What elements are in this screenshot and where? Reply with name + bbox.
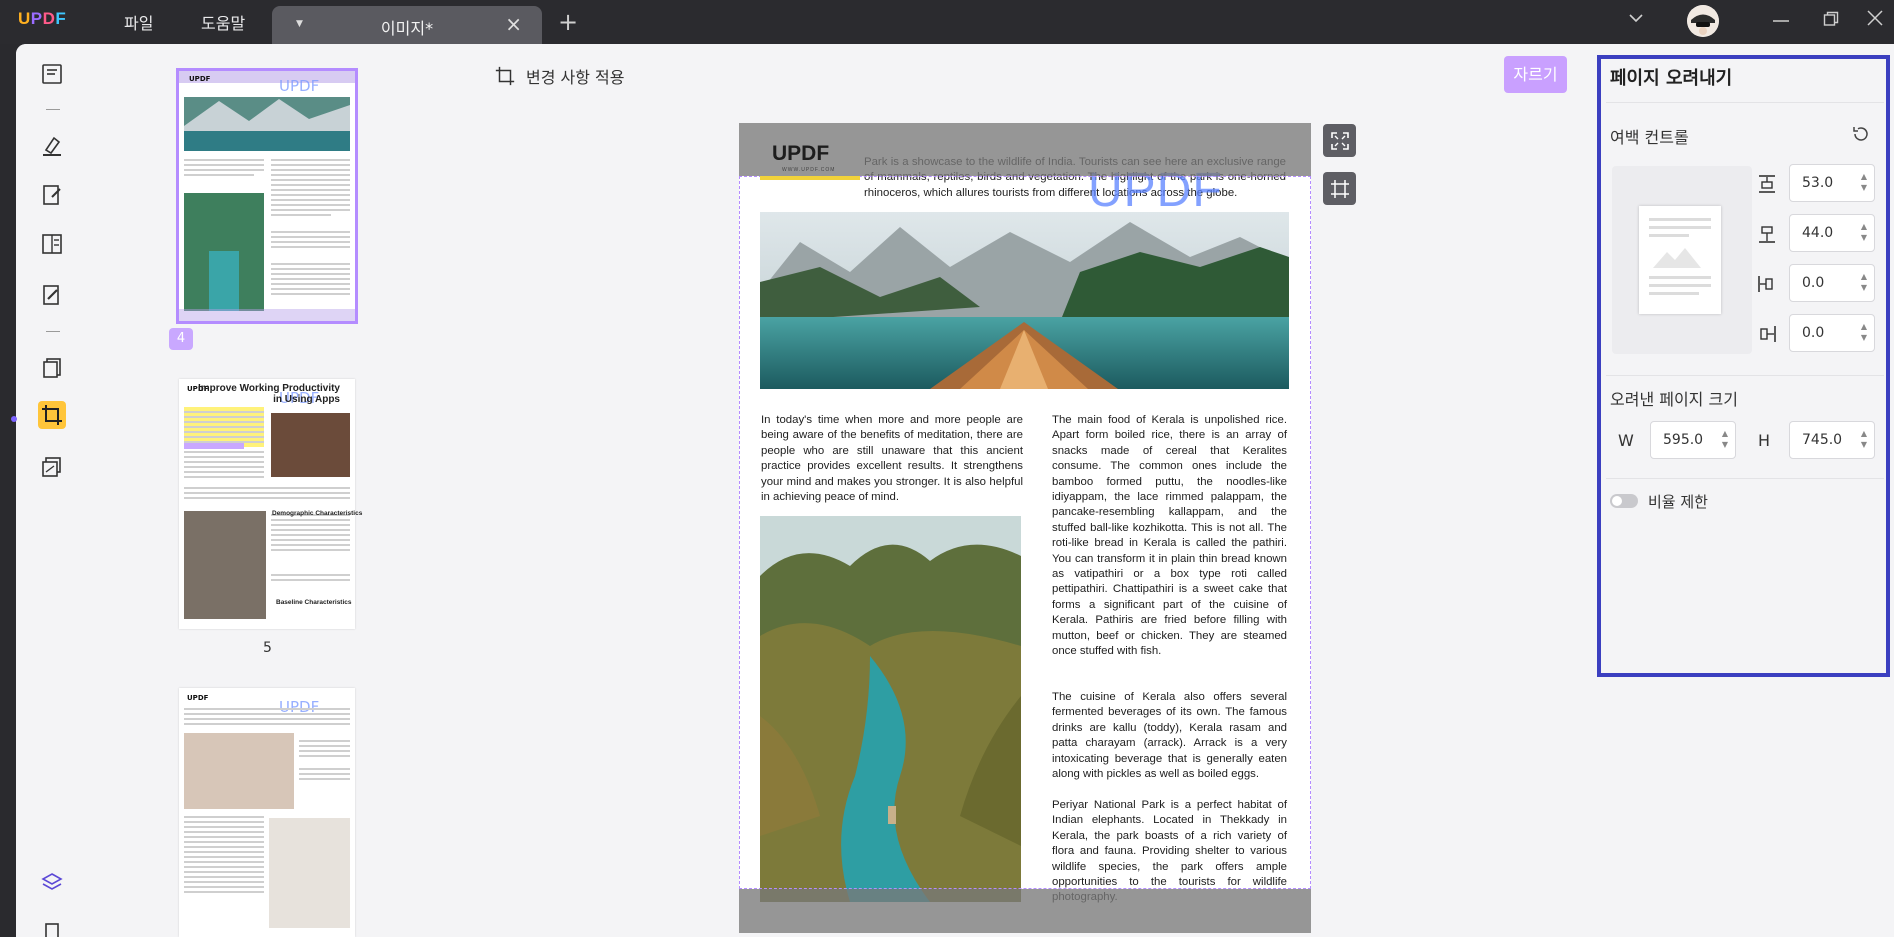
crop-tool-icon[interactable] bbox=[38, 401, 66, 429]
bookmark-icon[interactable] bbox=[38, 919, 66, 937]
bottom-margin-input[interactable]: 44.0 ▲ ▼ bbox=[1789, 214, 1875, 252]
page-thumbnail-4[interactable]: UPDF UPDF bbox=[176, 68, 358, 324]
svg-text:UPDF: UPDF bbox=[279, 77, 319, 95]
svg-text:UPDF: UPDF bbox=[189, 75, 211, 83]
organize-pages-tool-icon[interactable] bbox=[38, 354, 66, 382]
form-tool-icon[interactable] bbox=[38, 230, 66, 258]
chevron-down-icon[interactable] bbox=[1628, 10, 1644, 31]
tab-title: 이미지* bbox=[380, 19, 434, 38]
crop-preview-page bbox=[1639, 206, 1721, 314]
highlighter-tool-icon[interactable] bbox=[38, 132, 66, 160]
left-toolbar bbox=[16, 44, 86, 937]
collapse-handle[interactable] bbox=[11, 416, 17, 422]
top-margin-input[interactable]: 53.0 ▲ ▼ bbox=[1789, 164, 1875, 202]
menu-file[interactable]: 파일 bbox=[124, 10, 153, 34]
auto-crop-button[interactable] bbox=[1323, 172, 1356, 205]
svg-text:UPDF: UPDF bbox=[187, 694, 209, 702]
protect-tool-icon[interactable] bbox=[38, 453, 66, 481]
panel-divider bbox=[1606, 478, 1884, 479]
stepper-icon[interactable]: ▲ ▼ bbox=[1861, 271, 1867, 293]
height-input[interactable]: 745.0 ▲ ▼ bbox=[1789, 421, 1875, 459]
stepper-icon[interactable]: ▲ ▼ bbox=[1722, 428, 1728, 450]
apply-changes-button[interactable]: 변경 사항 적용 bbox=[494, 64, 625, 88]
new-tab-button[interactable]: + bbox=[558, 8, 578, 36]
panel-divider bbox=[1606, 102, 1884, 103]
updf-page-logo: UPDF WWW.UPDF.COM bbox=[760, 138, 860, 188]
thumbnail-heading: Improve Working Productivity in Using Ap… bbox=[197, 383, 340, 405]
toolbar-divider bbox=[46, 109, 60, 110]
page-number-badge: 4 bbox=[169, 328, 193, 350]
sign-tool-icon[interactable] bbox=[38, 281, 66, 309]
fit-page-button[interactable] bbox=[1323, 124, 1356, 157]
right-margin-input[interactable]: 0.0 ▲ ▼ bbox=[1789, 314, 1875, 352]
reset-icon[interactable] bbox=[1851, 124, 1871, 148]
thumbnail-subheading: Demographic Characteristics bbox=[272, 510, 363, 517]
menu-help[interactable]: 도움말 bbox=[201, 10, 245, 34]
height-label: H bbox=[1758, 431, 1771, 450]
toolbar-divider bbox=[46, 331, 60, 332]
title-bar: UPDF 파일 도움말 ▼ 이미지* × + bbox=[0, 0, 1894, 44]
document-tab[interactable]: ▼ 이미지* × bbox=[272, 6, 542, 44]
page-number-label: 5 bbox=[263, 640, 272, 656]
top-margin-icon bbox=[1756, 173, 1778, 195]
right-margin-icon bbox=[1756, 323, 1778, 345]
edit-text-tool-icon[interactable] bbox=[38, 181, 66, 209]
ratio-lock-label: 비율 제한 bbox=[1648, 493, 1708, 511]
app-logo: UPDF bbox=[18, 9, 67, 28]
page-thumbnail-5[interactable]: UPDF UPDF bbox=[179, 379, 355, 629]
left-margin-icon bbox=[1756, 273, 1778, 295]
crop-button[interactable]: 자르기 bbox=[1504, 56, 1567, 93]
reader-tool-icon[interactable] bbox=[38, 60, 66, 88]
width-label: W bbox=[1618, 431, 1634, 450]
close-window-icon[interactable] bbox=[1866, 9, 1884, 32]
panel-divider bbox=[1606, 375, 1884, 376]
page-thumbnail-6[interactable]: UPDF UPDF bbox=[179, 688, 355, 937]
thumbnail-subheading: Baseline Characteristics bbox=[276, 599, 352, 606]
stepper-icon[interactable]: ▲ ▼ bbox=[1861, 171, 1867, 193]
apply-changes-label: 변경 사항 적용 bbox=[526, 68, 625, 87]
crop-apply-icon bbox=[495, 66, 515, 86]
left-margin-input[interactable]: 0.0 ▲ ▼ bbox=[1789, 264, 1875, 302]
restore-icon[interactable] bbox=[1823, 11, 1839, 32]
crop-frame-icon bbox=[1330, 179, 1349, 198]
ratio-lock-toggle[interactable] bbox=[1610, 494, 1638, 508]
stepper-icon[interactable]: ▲ ▼ bbox=[1861, 221, 1867, 243]
crop-selection-box[interactable] bbox=[739, 176, 1311, 889]
cropped-size-label: 오려낸 페이지 크기 bbox=[1610, 390, 1738, 409]
minimize-icon[interactable] bbox=[1772, 12, 1790, 33]
avatar[interactable] bbox=[1687, 5, 1719, 37]
layers-icon[interactable] bbox=[38, 869, 66, 897]
width-input[interactable]: 595.0 ▲ ▼ bbox=[1650, 421, 1736, 459]
margin-control-label: 여백 컨트롤 bbox=[1610, 128, 1689, 147]
cropped-area-bottom bbox=[739, 889, 1311, 933]
tab-close-icon[interactable]: × bbox=[505, 12, 522, 36]
stepper-icon[interactable]: ▲ ▼ bbox=[1861, 321, 1867, 343]
panel-title: 페이지 오려내기 bbox=[1610, 68, 1733, 89]
stepper-icon[interactable]: ▲ ▼ bbox=[1861, 428, 1867, 450]
bottom-margin-icon bbox=[1756, 223, 1778, 245]
panel-highlight-frame bbox=[1597, 55, 1890, 677]
expand-icon bbox=[1330, 131, 1349, 150]
